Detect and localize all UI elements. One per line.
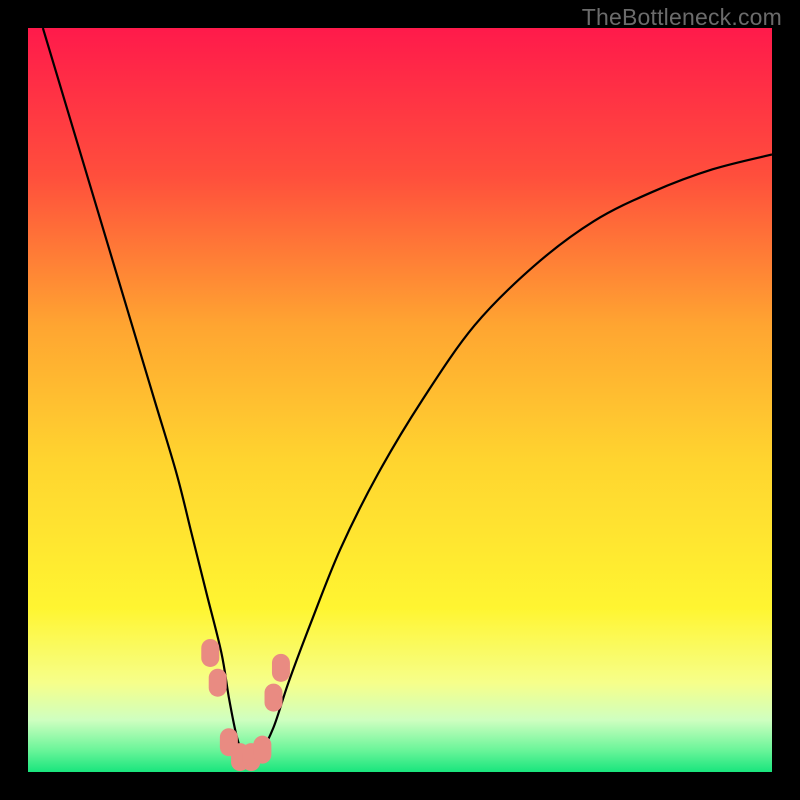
chart-frame: TheBottleneck.com	[0, 0, 800, 800]
marker-point	[265, 684, 283, 712]
marker-point	[201, 639, 219, 667]
plot-area	[28, 28, 772, 772]
watermark-text: TheBottleneck.com	[582, 4, 782, 31]
marker-point	[253, 736, 271, 764]
curve-layer	[28, 28, 772, 772]
bottleneck-curve	[43, 28, 772, 765]
marker-point	[272, 654, 290, 682]
marker-point	[209, 669, 227, 697]
marker-group	[201, 639, 290, 771]
